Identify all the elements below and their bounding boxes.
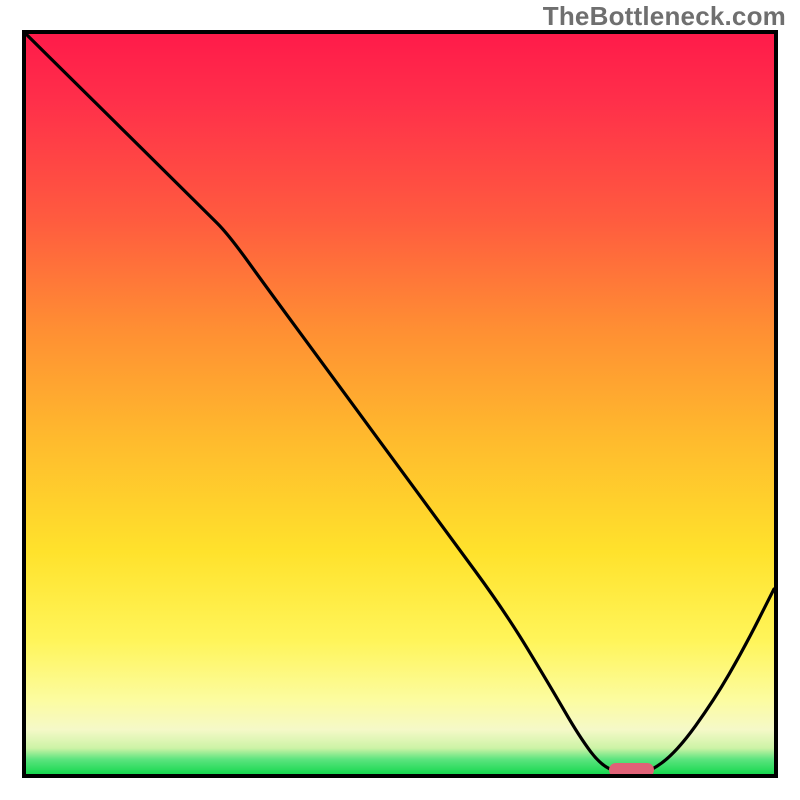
watermark-label: TheBottleneck.com <box>543 1 786 32</box>
minimum-marker <box>609 763 654 777</box>
plot-area <box>22 30 778 778</box>
bottleneck-curve <box>26 34 774 774</box>
chart-frame: TheBottleneck.com <box>0 0 800 800</box>
